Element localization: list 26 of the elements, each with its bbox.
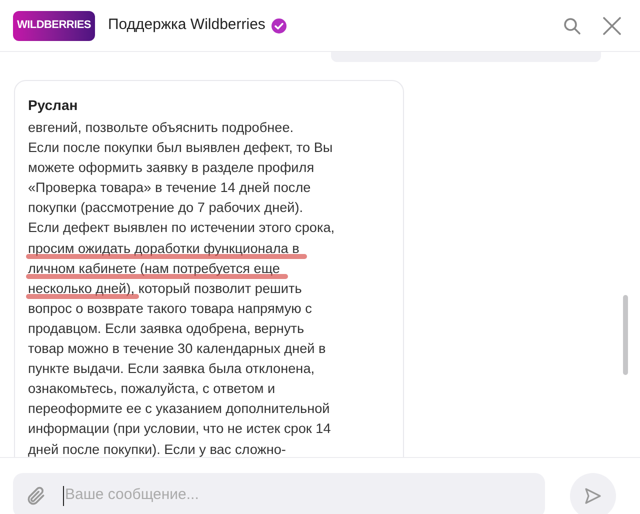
message-line: товар можно в течение 30 календарных дней в	[28, 340, 326, 358]
message-line: вопрос о возврате такого товара напрямую с	[28, 300, 312, 318]
message-line: Если дефект выявлен по истечении этого срока,	[28, 219, 335, 238]
paperclip-icon[interactable]	[25, 484, 47, 506]
message-line: евгений, позвольте объяснить подробнее.	[28, 119, 294, 137]
close-icon[interactable]	[603, 16, 621, 34]
send-icon	[584, 487, 602, 505]
author-name: Руслан	[28, 96, 78, 115]
message-line: покупки (рассмотрение до 7 рабочих дней).	[28, 199, 304, 218]
message-line: продавцом. Если заявка одобрена, вернуть	[28, 320, 304, 338]
message-line: Если после покупки был выявлен дефект, то Вы	[28, 139, 333, 158]
send-button[interactable]	[570, 473, 616, 514]
message-line: пункте выдачи. Если заявка была отклонена,	[28, 360, 315, 378]
message-line: можете оформить заявку в разделе профиля	[28, 159, 314, 178]
message-line: несколько дней), который позволит решить	[28, 278, 302, 299]
message-line: «Проверка товара» в течение 14 дней после	[28, 179, 311, 198]
message-line: личном кабинете (нам потребуется еще	[28, 258, 280, 279]
message-line: ознакомьтесь, пожалуйста, с ответом и	[28, 380, 276, 398]
message-line: просим ожидать доработки функционала в	[28, 238, 300, 259]
message-input-box[interactable]: Ваше сообщение...	[13, 473, 545, 514]
message-line: переоформите ее с указанием дополнительной	[28, 400, 330, 418]
chat-title: Поддержка Wildberries	[108, 15, 266, 36]
message-line: дней после покупки). Если у вас сложно-	[28, 440, 286, 457]
message-line: информации (при условии, что не истек срок 14	[28, 420, 331, 438]
logo: WILDBERRIES	[13, 10, 95, 40]
search-icon[interactable]	[563, 16, 581, 34]
